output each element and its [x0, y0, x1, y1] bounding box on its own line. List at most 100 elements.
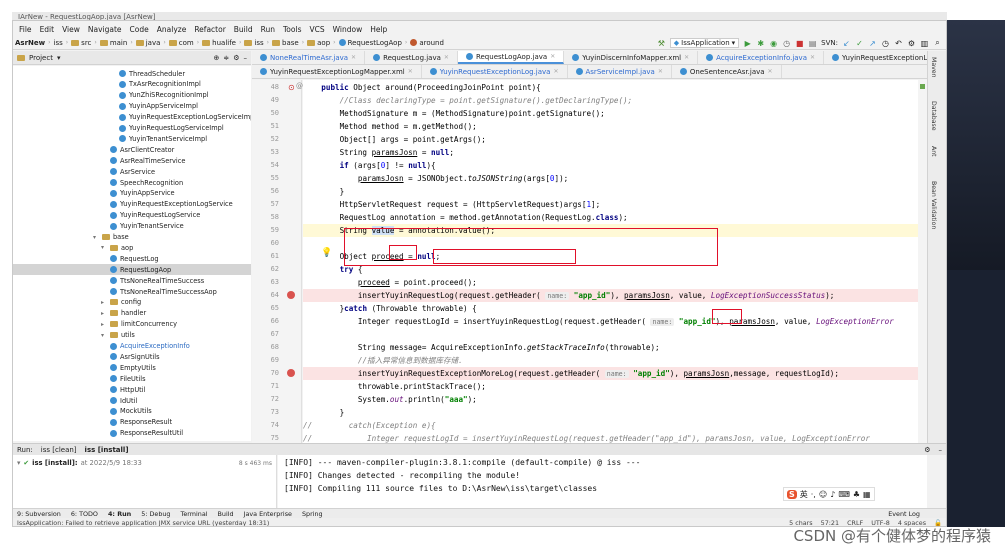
- event-log-button[interactable]: Event Log: [888, 510, 920, 518]
- breadcrumb-item[interactable]: base: [272, 39, 299, 47]
- breadcrumb-item[interactable]: RequestLogAop: [338, 39, 402, 47]
- menu-item-view[interactable]: View: [62, 25, 80, 34]
- tree-item[interactable]: YuyinTenantService: [13, 221, 251, 232]
- status-message[interactable]: IssApplication: Failed to retrieve appli…: [17, 519, 269, 526]
- locate-icon[interactable]: ⊕: [213, 54, 219, 62]
- profile-icon[interactable]: ◷: [782, 39, 791, 48]
- tree-item[interactable]: AsrService: [13, 166, 251, 177]
- svn-update-icon[interactable]: ↙: [842, 39, 851, 48]
- close-icon[interactable]: ✕: [658, 68, 663, 75]
- menu-item-build[interactable]: Build: [234, 25, 253, 34]
- tree-item[interactable]: YuyinTenantServiceImpl: [13, 133, 251, 144]
- menu-item-file[interactable]: File: [19, 25, 32, 34]
- override-icon[interactable]: ⊙: [288, 83, 295, 92]
- breadcrumb-item[interactable]: iss: [54, 39, 63, 47]
- menu-item-refactor[interactable]: Refactor: [194, 25, 225, 34]
- right-tool-database[interactable]: Database: [930, 101, 937, 131]
- editor-tab[interactable]: YuyinRequestExceptionLog.java ✕: [422, 65, 568, 78]
- tree-item[interactable]: TxAsrRecognitionImpl: [13, 79, 251, 90]
- editor-tab[interactable]: RequestLogAop.java ✕: [457, 51, 565, 64]
- chevron-down-icon[interactable]: ▾: [57, 54, 61, 62]
- run-icon[interactable]: ▶: [743, 39, 752, 48]
- hide-icon[interactable]: –: [244, 54, 248, 62]
- close-icon[interactable]: ✕: [444, 54, 449, 61]
- editor-scrollbar[interactable]: [918, 80, 927, 443]
- tree-item[interactable]: YuyinRequestExceptionLogServiceImpl: [13, 112, 251, 123]
- tree-item[interactable]: ▸ config: [13, 297, 251, 308]
- tree-item[interactable]: ▸ limitConcurrency: [13, 319, 251, 330]
- editor-tab[interactable]: OneSentenceAsr.java ✕: [672, 65, 782, 78]
- close-icon[interactable]: ✕: [768, 68, 773, 75]
- tree-item[interactable]: YuyinAppService: [13, 188, 251, 199]
- close-icon[interactable]: ✕: [408, 68, 413, 75]
- editor-tab[interactable]: YuyinRequestExceptionLogMapper.xml ✕: [252, 65, 422, 78]
- tree-item[interactable]: ▸ handler: [13, 308, 251, 319]
- chevron-down-icon[interactable]: ▾: [101, 332, 107, 339]
- tree-item[interactable]: TtsNoneRealTimeSuccess: [13, 275, 251, 286]
- run-tab[interactable]: iss [install]: [85, 446, 129, 454]
- ime-toolbar[interactable]: S 英 ·, ☺ ♪ ⌨ ♣ ▦: [783, 487, 875, 501]
- close-icon[interactable]: ✕: [684, 54, 689, 61]
- tree-item[interactable]: ▾ aop: [13, 242, 251, 253]
- menu-item-analyze[interactable]: Analyze: [157, 25, 187, 34]
- gear-icon[interactable]: ⚙: [924, 446, 930, 454]
- breadcrumb-item[interactable]: AsrNew: [15, 39, 45, 47]
- breadcrumb-item[interactable]: src: [71, 39, 91, 47]
- tree-item[interactable]: ▾ base: [13, 232, 251, 243]
- close-icon[interactable]: ✕: [810, 54, 815, 61]
- chevron-right-icon[interactable]: ▸: [101, 299, 107, 306]
- right-tool-bean-validation[interactable]: Bean Validation: [930, 181, 937, 229]
- breadcrumb-item[interactable]: iss: [244, 39, 264, 47]
- stop-icon[interactable]: ■: [795, 39, 804, 48]
- tree-item[interactable]: YuyinAppServiceImpl: [13, 101, 251, 112]
- tool-window-button[interactable]: Terminal: [181, 510, 208, 518]
- tools-icon[interactable]: ▦: [863, 490, 871, 499]
- skin-icon[interactable]: ♣: [853, 490, 860, 499]
- tree-item[interactable]: MockUtils: [13, 406, 251, 417]
- tree-item[interactable]: IdUtil: [13, 395, 251, 406]
- breakpoint-icon[interactable]: [287, 291, 295, 299]
- wrench-icon[interactable]: ⚙: [907, 39, 916, 48]
- tree-item[interactable]: YunZhiSRecognitionImpl: [13, 90, 251, 101]
- tree-item[interactable]: RequestLogAop: [13, 264, 251, 276]
- tree-item[interactable]: RequestLog: [13, 253, 251, 264]
- chevron-right-icon[interactable]: ▸: [101, 310, 107, 317]
- hammer-icon[interactable]: ⚒: [657, 39, 666, 48]
- breakpoint-icon[interactable]: [287, 369, 295, 377]
- run-tab[interactable]: iss [clean]: [41, 446, 77, 454]
- emoji-icon[interactable]: ☺: [819, 490, 827, 499]
- code-editor[interactable]: // Integer requestLogId = insertYuyinReq…: [303, 80, 927, 443]
- breadcrumb-item[interactable]: main: [99, 39, 127, 47]
- breadcrumb-item[interactable]: java: [135, 39, 160, 47]
- tree-item[interactable]: ThreadScheduler: [13, 68, 251, 79]
- tree-item[interactable]: AsrSignUtils: [13, 351, 251, 362]
- menu-item-code[interactable]: Code: [130, 25, 149, 34]
- breadcrumb-item[interactable]: around: [410, 39, 444, 47]
- chevron-right-icon[interactable]: ▸: [101, 321, 107, 328]
- editor-tab[interactable]: AcquireExceptionInfo.java ✕: [698, 51, 825, 64]
- close-icon[interactable]: ✕: [550, 53, 555, 60]
- collapse-icon[interactable]: ≑: [223, 54, 229, 62]
- editor-tab[interactable]: AsrServiceImpl.java ✕: [568, 65, 672, 78]
- tree-item[interactable]: YuyinRequestLogServiceImpl: [13, 123, 251, 134]
- tool-window-button[interactable]: 6: TODO: [71, 510, 98, 518]
- ime-mode[interactable]: 英: [800, 489, 808, 500]
- hide-icon[interactable]: –: [939, 446, 943, 454]
- history-icon[interactable]: ◷: [881, 39, 890, 48]
- debug-icon[interactable]: ✱: [756, 39, 765, 48]
- chevron-down-icon[interactable]: ▾: [93, 234, 99, 241]
- editor-tab[interactable]: YuyinDiscernInfoMapper.xml ✕: [564, 51, 699, 64]
- menu-item-navigate[interactable]: Navigate: [88, 25, 122, 34]
- menu-item-tools[interactable]: Tools: [283, 25, 301, 34]
- gear-icon[interactable]: ⚙: [233, 54, 239, 62]
- close-icon[interactable]: ✕: [351, 54, 356, 61]
- structure-icon[interactable]: ▤: [808, 39, 817, 48]
- tree-item[interactable]: AsrRealTimeService: [13, 155, 251, 166]
- breadcrumb-item[interactable]: hualife: [202, 39, 236, 47]
- right-tool-ant[interactable]: Ant: [930, 146, 937, 157]
- layout-icon[interactable]: ▥: [920, 39, 929, 48]
- tool-window-button[interactable]: 4: Run: [108, 510, 131, 518]
- keyboard-icon[interactable]: ⌨: [838, 490, 850, 499]
- tool-window-button[interactable]: 9: Subversion: [17, 510, 61, 518]
- tool-window-button[interactable]: 5: Debug: [141, 510, 170, 518]
